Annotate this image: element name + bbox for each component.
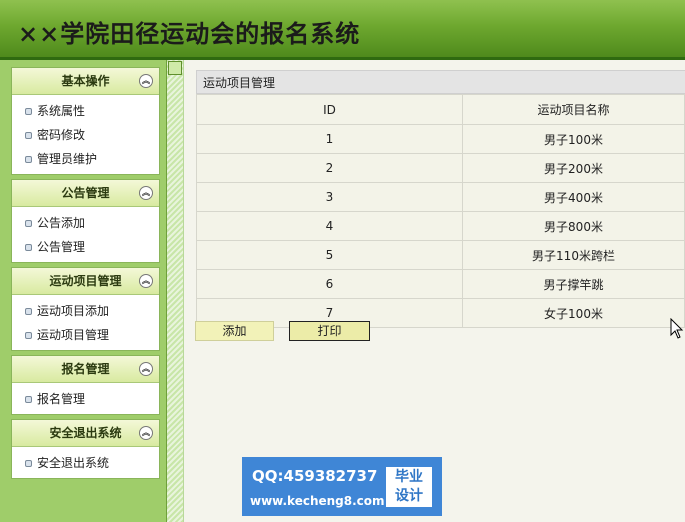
menu-header-logout[interactable]: 安全退出系统 ︽	[12, 420, 159, 447]
app-header: ××学院田径运动会的报名系统	[0, 0, 685, 60]
watermark-qq: QQ:459382737	[252, 467, 378, 485]
menu-logout: 安全退出系统 ︽ 安全退出系统	[11, 419, 160, 479]
menu-header-registration[interactable]: 报名管理 ︽	[12, 356, 159, 383]
menu-header-basic-ops[interactable]: 基本操作 ︽	[12, 68, 159, 95]
menu-item-manage-events[interactable]: 运动项目管理	[12, 323, 159, 347]
bullet-icon	[25, 460, 32, 467]
menu-header-announcements[interactable]: 公告管理 ︽	[12, 180, 159, 207]
collapse-icon[interactable]: ︽	[139, 426, 153, 440]
watermark-banner: QQ:459382737 www.kecheng8.com 毕业 设计	[242, 457, 442, 516]
menu-events: 运动项目管理 ︽ 运动项目添加 运动项目管理	[11, 267, 160, 351]
menu-announcements: 公告管理 ︽ 公告添加 公告管理	[11, 179, 160, 263]
watermark-url: www.kecheng8.com	[250, 494, 385, 508]
collapse-icon[interactable]: ︽	[139, 362, 153, 376]
menu-item-label: 管理员维护	[37, 152, 98, 166]
bullet-icon	[25, 156, 32, 163]
cell-event-name: 男子800米	[462, 211, 685, 241]
splitter-toggle[interactable]	[168, 61, 182, 75]
table-row: 1 男子100米	[196, 124, 685, 154]
cell-event-name: 男子400米	[462, 182, 685, 212]
menu-item-label: 系统属性	[37, 104, 86, 118]
menu-item-manage-announcements[interactable]: 公告管理	[12, 235, 159, 259]
table-header-row: ID 运动项目名称	[196, 94, 685, 125]
events-table: ID 运动项目名称 1 男子100米 2 男子200米 3 男子400米 4 男…	[196, 94, 685, 328]
menu-item-add-event[interactable]: 运动项目添加	[12, 299, 159, 323]
menu-item-change-password[interactable]: 密码修改	[12, 123, 159, 147]
menu-item-system-properties[interactable]: 系统属性	[12, 99, 159, 123]
menu-item-label: 密码修改	[37, 128, 86, 142]
bullet-icon	[25, 308, 32, 315]
bullet-icon	[25, 108, 32, 115]
column-header-id: ID	[196, 94, 463, 125]
collapse-icon[interactable]: ︽	[139, 186, 153, 200]
menu-item-admin-maintenance[interactable]: 管理员维护	[12, 147, 159, 171]
app-title: ××学院田径运动会的报名系统	[18, 19, 361, 48]
collapse-icon[interactable]: ︽	[139, 274, 153, 288]
bullet-icon	[25, 332, 32, 339]
menu-item-label: 安全退出系统	[37, 456, 110, 470]
menu-item-manage-registration[interactable]: 报名管理	[12, 387, 159, 411]
menu-basic-ops: 基本操作 ︽ 系统属性 密码修改 管理员维护	[11, 67, 160, 175]
menu-title: 运动项目管理	[49, 274, 122, 288]
menu-item-label: 运动项目管理	[37, 328, 110, 342]
cell-id: 4	[196, 211, 463, 241]
table-row: 3 男子400米	[196, 182, 685, 212]
menu-item-label: 公告管理	[37, 240, 86, 254]
watermark-badge-line: 毕业	[395, 469, 423, 485]
mouse-cursor-icon	[670, 318, 684, 339]
cell-id: 2	[196, 153, 463, 183]
main-content: 运动项目管理 ID 运动项目名称 1 男子100米 2 男子200米 3 男子4…	[196, 70, 685, 328]
cell-id: 5	[196, 240, 463, 270]
cell-id: 1	[196, 124, 463, 154]
menu-title: 报名管理	[61, 362, 110, 376]
menu-title: 安全退出系统	[49, 426, 122, 440]
cell-event-name: 男子100米	[462, 124, 685, 154]
cell-id: 6	[196, 269, 463, 299]
cell-event-name: 男子110米跨栏	[462, 240, 685, 270]
table-row: 5 男子110米跨栏	[196, 240, 685, 270]
collapse-icon[interactable]: ︽	[139, 74, 153, 88]
print-button[interactable]: 打印	[289, 321, 370, 341]
cell-event-name: 男子200米	[462, 153, 685, 183]
sidebar-splitter[interactable]	[167, 60, 184, 522]
table-row: 6 男子撑竿跳	[196, 269, 685, 299]
column-header-event-name: 运动项目名称	[462, 94, 685, 125]
menu-item-label: 运动项目添加	[37, 304, 110, 318]
add-button[interactable]: 添加	[195, 321, 274, 341]
cell-event-name: 男子撑竿跳	[462, 269, 685, 299]
menu-item-label: 公告添加	[37, 216, 86, 230]
sidebar: 基本操作 ︽ 系统属性 密码修改 管理员维护 公告管理 ︽ 公告添加 公告管理 …	[0, 60, 167, 522]
table-row: 2 男子200米	[196, 153, 685, 183]
menu-item-logout[interactable]: 安全退出系统	[12, 451, 159, 475]
watermark-badge: 毕业 设计	[386, 467, 432, 507]
menu-header-events[interactable]: 运动项目管理 ︽	[12, 268, 159, 295]
panel-title: 运动项目管理	[196, 70, 685, 94]
bullet-icon	[25, 244, 32, 251]
bullet-icon	[25, 132, 32, 139]
cell-event-name: 女子100米	[462, 298, 685, 328]
table-row: 4 男子800米	[196, 211, 685, 241]
menu-title: 基本操作	[61, 74, 110, 88]
menu-item-add-announcement[interactable]: 公告添加	[12, 211, 159, 235]
bullet-icon	[25, 220, 32, 227]
menu-item-label: 报名管理	[37, 392, 86, 406]
watermark-badge-line: 设计	[395, 488, 423, 504]
bullet-icon	[25, 396, 32, 403]
menu-registration: 报名管理 ︽ 报名管理	[11, 355, 160, 415]
menu-title: 公告管理	[61, 186, 110, 200]
cell-id: 3	[196, 182, 463, 212]
